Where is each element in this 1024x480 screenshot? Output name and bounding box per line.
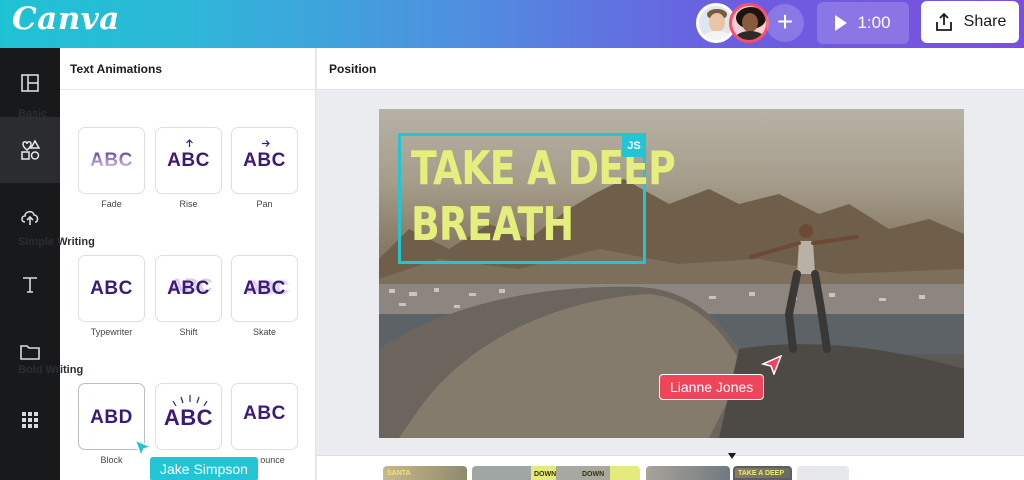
canva-logo[interactable]: Canva [12, 1, 120, 37]
arrow-up-icon [186, 139, 193, 147]
cursor-pointer-icon-lianne [761, 355, 783, 375]
animation-fade-label: Fade [101, 199, 122, 209]
animation-skate-label: Skate [252, 327, 276, 337]
skate-sample: ABC [243, 278, 286, 299]
timeline-clip-1[interactable]: SANTA [383, 466, 467, 480]
share-icon [935, 12, 952, 31]
bounce-sample: ABC [243, 403, 286, 424]
rail-text[interactable] [0, 251, 60, 317]
animation-typewriter-label: Typewriter [90, 327, 133, 337]
collaborator-avatar-2[interactable] [729, 3, 769, 43]
play-duration: 1:00 [857, 13, 891, 32]
fade-sample: ABC [79, 150, 144, 172]
timeline-add-slot[interactable] [797, 466, 849, 480]
share-label: Share [963, 13, 1007, 30]
editor-header: Position [317, 48, 1024, 90]
section-basic-title: Basic [18, 108, 48, 120]
animation-rise[interactable]: ABC [155, 127, 222, 194]
add-collaborator-button[interactable]: + [766, 4, 804, 42]
headline-text[interactable]: TAKE A DEEP BREATH [411, 140, 676, 252]
play-icon [835, 15, 848, 31]
apps-grid-icon [22, 412, 38, 428]
shift-sample: ABC [167, 278, 210, 299]
playhead-icon[interactable] [727, 452, 737, 462]
cursor-label-jake: Jake Simpson [149, 456, 259, 480]
layout-icon [21, 74, 39, 92]
typewriter-sample: ABC [90, 278, 133, 299]
headline-line-2: BREATH [411, 197, 574, 251]
pan-sample: ABC [243, 150, 286, 171]
panel-title: Text Animations [60, 48, 315, 90]
rail-elements[interactable] [0, 117, 60, 183]
timeline-clip-3-label: DOWN [582, 471, 605, 478]
section-bold-writing-title: Bold Writing [18, 364, 84, 376]
animation-shift[interactable]: ABC [155, 255, 222, 322]
animation-pan-label: Pan [256, 199, 273, 209]
animation-fade[interactable]: ABC [78, 127, 145, 194]
animation-typewriter[interactable]: ABC [78, 255, 145, 322]
rise-sample: ABC [167, 150, 210, 171]
collaborator-initials-badge: JS [622, 135, 646, 157]
timeline-clip-1-label: SANTA [387, 470, 411, 477]
share-button[interactable]: Share [921, 1, 1019, 43]
animation-skate[interactable]: ABC [231, 255, 298, 322]
headline-line-1: TAKE A DEEP [411, 141, 676, 195]
timeline-clip-4[interactable] [646, 466, 730, 480]
animation-burst[interactable]: ABC [155, 383, 222, 450]
burst-sample: ABC [163, 405, 214, 430]
cursor-pointer-icon-jake [133, 438, 153, 458]
animation-bounce[interactable]: ABC [231, 383, 298, 450]
top-bar: Canva + 1:00 Share [0, 0, 1024, 48]
animation-pan[interactable]: ABC [231, 127, 298, 194]
animation-shift-label: Shift [179, 327, 198, 337]
rail-templates[interactable] [0, 50, 60, 116]
elements-icon [21, 139, 41, 160]
arrow-right-icon [262, 140, 270, 147]
timeline-clip-5[interactable]: TAKE A DEEP [733, 466, 792, 480]
text-icon [23, 277, 37, 293]
animation-rise-label: Rise [179, 199, 198, 209]
cursor-label-lianne: Lianne Jones [659, 374, 765, 400]
timeline-clip-2[interactable]: DOWN DOWN [472, 466, 640, 480]
timeline-clip-5-label: TAKE A DEEP [738, 470, 785, 477]
play-button[interactable]: 1:00 [817, 2, 909, 44]
rail-apps[interactable] [0, 387, 60, 453]
timeline-clip-2-label: DOWN [534, 471, 557, 478]
folder-icon [20, 345, 40, 360]
cloud-upload-icon [21, 210, 39, 225]
section-simple-writing-title: Simple Writing [18, 236, 95, 248]
block-sample: ABD [90, 407, 133, 428]
